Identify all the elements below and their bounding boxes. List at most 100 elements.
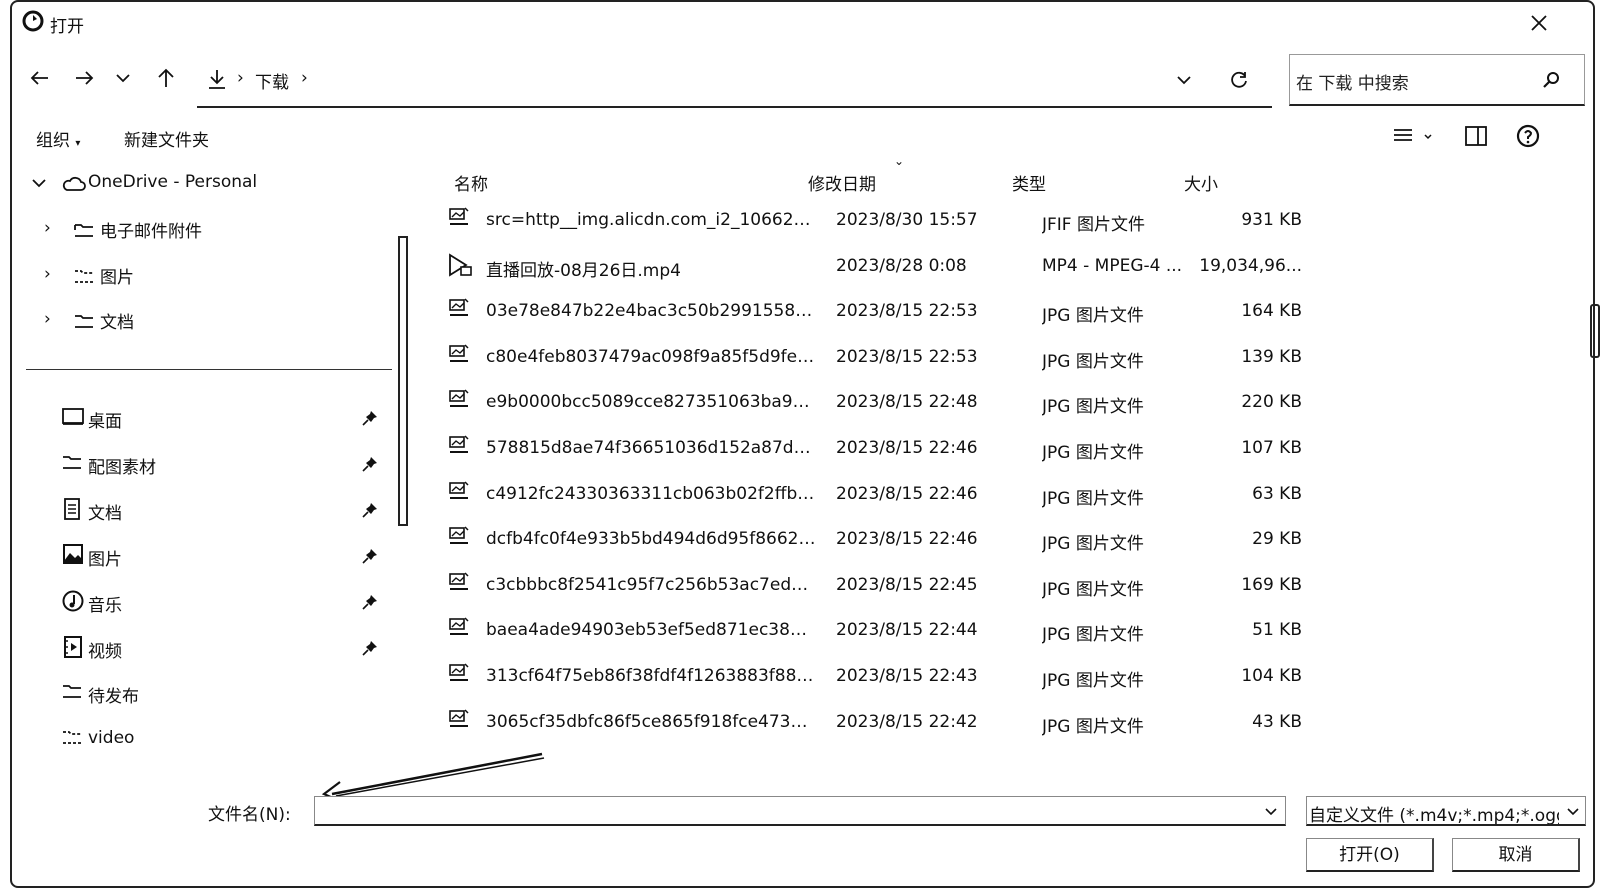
column-header-type[interactable]: 类型	[1012, 170, 1046, 195]
file-size: 107 KB	[1241, 438, 1302, 458]
sidebar-item-label: 文档	[88, 504, 122, 524]
open-button[interactable]: 打开(O)	[1306, 838, 1434, 872]
file-row[interactable]: src=http__img.alicdn.com_i2_106627... 202…	[442, 198, 1322, 244]
document-icon	[64, 498, 80, 520]
sort-indicator-icon: ⌄	[894, 154, 905, 168]
pin-icon[interactable]	[362, 594, 378, 610]
file-date: 2023/8/15 22:46	[836, 438, 978, 458]
sidebar-divider	[26, 369, 392, 370]
sidebar-item-label: video	[88, 728, 135, 748]
image-file-icon	[448, 617, 470, 637]
sidebar-item-label: 视频	[88, 642, 122, 662]
forward-arrow-icon[interactable]	[74, 70, 94, 86]
file-date: 2023/8/30 15:57	[836, 210, 978, 230]
recent-locations-chevron-icon[interactable]	[116, 73, 130, 83]
file-date: 2023/8/15 22:45	[836, 574, 978, 595]
image-file-icon	[448, 435, 470, 455]
file-date: 2023/8/15 22:53	[836, 346, 978, 367]
file-date: 2023/8/15 22:48	[836, 392, 978, 413]
file-name: src=http__img.alicdn.com_i2_106627...	[486, 210, 816, 230]
organize-menu[interactable]: 组织 ▾	[36, 126, 80, 151]
sidebar-item-label: 桌面	[88, 412, 122, 432]
file-name: 直播回放-08月26日.mp4	[486, 260, 681, 281]
file-type: JPG 图片文件	[1042, 306, 1144, 327]
view-options-icon[interactable]	[1394, 127, 1434, 145]
expand-chevron-icon[interactable]: ›	[44, 264, 51, 284]
file-type: JPG 图片文件	[1042, 671, 1144, 691]
onedrive-collapse-chevron-icon[interactable]	[32, 178, 46, 188]
sidebar-scrollbar[interactable]	[398, 236, 408, 526]
pin-icon[interactable]	[362, 456, 378, 472]
file-name: c3cbbbc8f2541c95f7c256b53ac7ed7e....	[486, 574, 816, 595]
pin-icon[interactable]	[362, 410, 378, 426]
cancel-button[interactable]: 取消	[1452, 838, 1580, 872]
file-type: MP4 - MPEG-4 ...	[1042, 255, 1183, 276]
desktop-icon	[62, 408, 84, 426]
file-size: 164 KB	[1241, 301, 1302, 322]
address-bar[interactable]: › 下载 ›	[197, 54, 1272, 108]
app-logo-icon	[22, 10, 44, 32]
open-file-dialog: 打开 › 下载 › 在 下载 中搜索 组织 ▾ 新建文件夹 OneDrive -…	[10, 0, 1600, 888]
search-placeholder: 在 下载 中搜索	[1296, 74, 1409, 94]
file-type: JPG 图片文件	[1042, 625, 1144, 646]
new-folder-button[interactable]: 新建文件夹	[124, 126, 209, 151]
sidebar-item-label: 音乐	[88, 596, 122, 616]
file-row[interactable]: baea4ade94903eb53ef5ed871ec38d8... 2023/8…	[442, 608, 1322, 654]
search-icon[interactable]	[1542, 71, 1560, 89]
file-date: 2023/8/15 22:43	[836, 666, 978, 686]
file-row[interactable]: 578815d8ae74f36651036d152a87d58... 2023/8…	[442, 426, 1322, 472]
breadcrumb-separator: ›	[301, 68, 308, 88]
filename-history-chevron-icon[interactable]	[1265, 808, 1277, 816]
preview-pane-icon[interactable]	[1465, 126, 1487, 146]
sidebar-item-label: 配图素材	[88, 458, 156, 478]
file-row[interactable]: c80e4feb8037479ac098f9a85f5d9fe8.j... 202…	[442, 335, 1322, 381]
pin-icon[interactable]	[362, 502, 378, 518]
file-name: 3065cf35dbfc86f5ce865f918fce4737.jpg	[486, 711, 816, 732]
file-row[interactable]: c4912fc24330363311cb063b02f2ffb5.j... 202…	[442, 472, 1322, 518]
file-type-filter-select[interactable]: 自定义文件 (*.m4v;*.mp4;*.ogg	[1306, 796, 1586, 826]
file-name: 03e78e847b22e4bac3c50b2991558dd...	[486, 301, 816, 322]
file-row[interactable]: dcfb4fc0f4e933b5bd494d6d95f86623.j... 202…	[442, 517, 1322, 563]
column-header-name[interactable]: 名称	[454, 170, 488, 195]
sidebar-item-onedrive[interactable]: OneDrive - Personal	[88, 172, 257, 192]
search-input[interactable]: 在 下载 中搜索	[1289, 54, 1585, 106]
file-type: JPG 图片文件	[1042, 488, 1144, 509]
file-size: 931 KB	[1241, 210, 1302, 230]
file-name: c80e4feb8037479ac098f9a85f5d9fe8.j...	[486, 346, 816, 367]
column-header-size[interactable]: 大小	[1184, 170, 1218, 195]
file-type: JFIF 图片文件	[1042, 215, 1145, 235]
expand-chevron-icon[interactable]: ›	[44, 309, 51, 329]
file-type-filter-value: 自定义文件 (*.m4v;*.mp4;*.ogg	[1309, 806, 1559, 826]
pin-icon[interactable]	[362, 640, 378, 656]
filename-input[interactable]	[314, 796, 1286, 826]
filename-label: 文件名(N):	[208, 805, 291, 825]
refresh-icon[interactable]	[1229, 70, 1249, 90]
pin-icon[interactable]	[362, 548, 378, 564]
file-row[interactable]: 3065cf35dbfc86f5ce865f918fce4737.jpg 2023…	[442, 700, 1322, 746]
close-icon[interactable]	[1530, 14, 1548, 32]
up-arrow-icon[interactable]	[157, 68, 175, 88]
image-file-icon	[448, 572, 470, 592]
folder-icon	[74, 222, 94, 238]
download-icon	[207, 68, 227, 90]
file-size: 139 KB	[1241, 346, 1302, 367]
file-row[interactable]: c3cbbbc8f2541c95f7c256b53ac7ed7e.... 2023…	[442, 563, 1322, 609]
file-type: JPG 图片文件	[1042, 579, 1144, 600]
file-date: 2023/8/15 22:46	[836, 483, 978, 504]
file-size: 104 KB	[1241, 666, 1302, 686]
address-history-chevron-icon[interactable]	[1177, 75, 1191, 85]
file-list-scrollbar[interactable]	[1590, 304, 1600, 358]
column-header-date[interactable]: 修改日期	[808, 170, 876, 195]
picture-icon	[63, 544, 83, 564]
file-row[interactable]: e9b0000bcc5089cce827351063ba916... 2023/8…	[442, 380, 1322, 426]
file-row[interactable]: 03e78e847b22e4bac3c50b2991558dd... 2023/8…	[442, 289, 1322, 335]
file-date: 2023/8/15 22:42	[836, 711, 978, 732]
folder-icon	[62, 729, 82, 745]
breadcrumb-downloads[interactable]: 下载	[255, 68, 289, 93]
file-row[interactable]: 直播回放-08月26日.mp4 2023/8/28 0:08 MP4 - MPEG-…	[442, 244, 1322, 290]
expand-chevron-icon[interactable]: ›	[44, 218, 51, 238]
help-icon[interactable]	[1516, 124, 1540, 148]
image-file-icon	[448, 663, 470, 683]
file-row[interactable]: 313cf64f75eb86f38fdf4f1263883f88.jpg 2023…	[442, 654, 1322, 700]
back-arrow-icon[interactable]	[30, 70, 50, 86]
